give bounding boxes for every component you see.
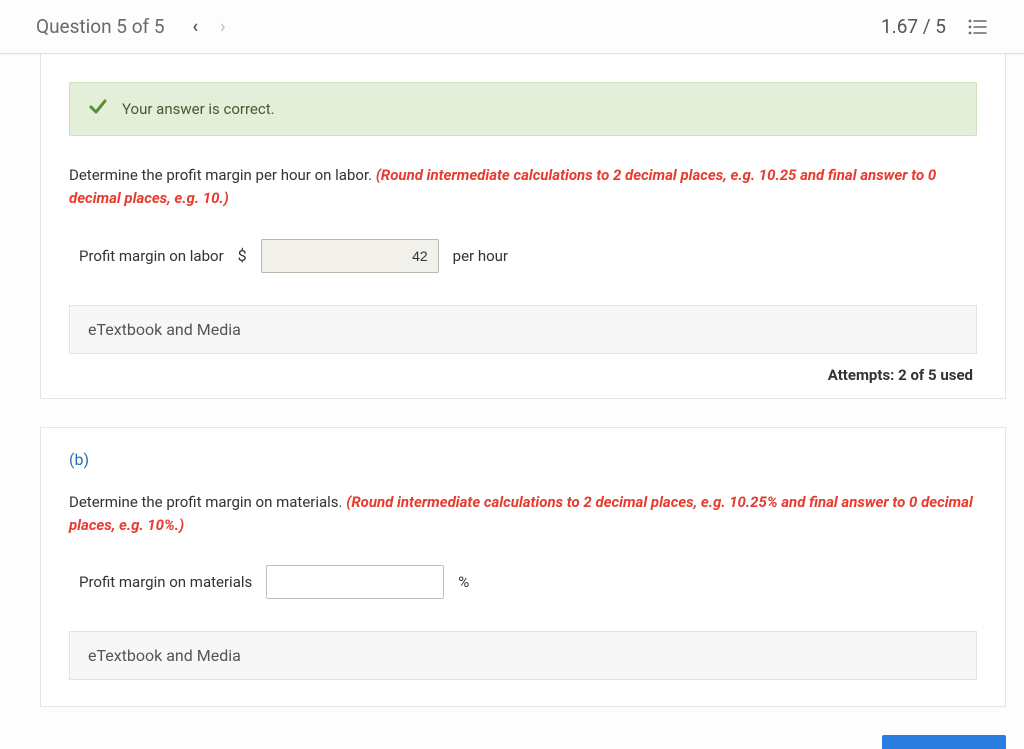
- correct-answer-alert: Your answer is correct.: [69, 82, 977, 136]
- field-label-a: Profit margin on labor: [79, 247, 224, 265]
- profit-margin-materials-input[interactable]: [266, 565, 444, 599]
- answer-row-b: Profit margin on materials %: [79, 565, 977, 599]
- question-list-icon[interactable]: [968, 18, 988, 36]
- unit-label-a: per hour: [453, 247, 508, 265]
- profit-margin-labor-input[interactable]: [261, 239, 439, 273]
- answer-row-a: Profit margin on labor $ per hour: [79, 239, 977, 273]
- unit-label-b: %: [458, 573, 469, 591]
- part-a-prompt: Determine the profit margin per hour on …: [69, 164, 977, 211]
- prev-question-button[interactable]: ‹: [189, 14, 203, 39]
- etextbook-media-button-b[interactable]: eTextbook and Media: [69, 631, 977, 680]
- checkmark-icon: [88, 97, 108, 121]
- bottom-action-strip: [40, 735, 1006, 749]
- part-b-label: (b): [69, 450, 977, 469]
- nav-arrows: ‹ ›: [189, 14, 230, 39]
- attempts-used: Attempts: 2 of 5 used: [69, 366, 973, 384]
- next-question-button[interactable]: ›: [216, 14, 229, 39]
- question-part-b: (b) Determine the profit margin on mater…: [40, 427, 1006, 708]
- score-display: 1.67 / 5: [881, 15, 946, 38]
- alert-message: Your answer is correct.: [122, 100, 275, 118]
- part-b-prompt: Determine the profit margin on materials…: [69, 491, 977, 538]
- top-bar: Question 5 of 5 ‹ › 1.67 / 5: [0, 0, 1024, 54]
- currency-symbol: $: [238, 246, 247, 265]
- question-part-a: Your answer is correct. Determine the pr…: [40, 54, 1006, 399]
- field-label-b: Profit margin on materials: [79, 573, 252, 591]
- etextbook-media-button-a[interactable]: eTextbook and Media: [69, 305, 977, 354]
- submit-button[interactable]: [882, 735, 1006, 749]
- prompt-plain-b: Determine the profit margin on materials…: [69, 493, 346, 511]
- question-label: Question 5 of 5: [36, 15, 165, 38]
- prompt-plain-a: Determine the profit margin per hour on …: [69, 166, 376, 184]
